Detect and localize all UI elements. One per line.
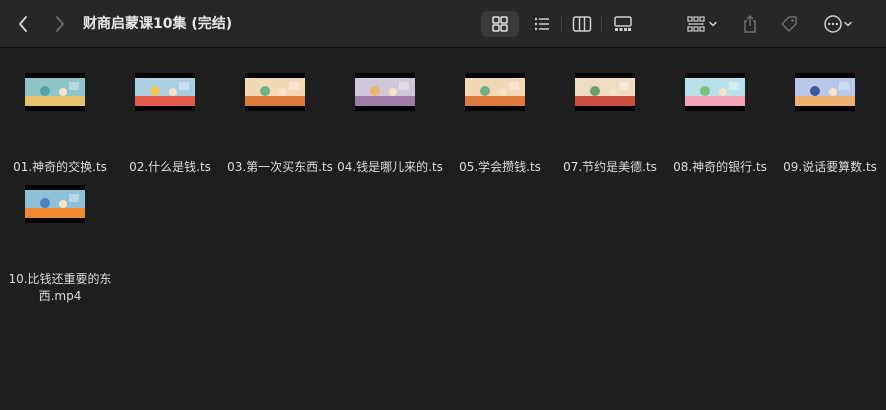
- chevron-right-icon: [56, 16, 64, 32]
- thumbnail-image: [25, 190, 85, 218]
- thumbnail-image: [355, 78, 415, 106]
- file-name: 09.说话要算数.ts: [783, 160, 877, 174]
- list-icon: [534, 17, 549, 31]
- toolbar: 财商启蒙课10集 (完结): [0, 0, 886, 48]
- share-button[interactable]: [738, 11, 762, 37]
- ellipsis-circle-icon: [824, 15, 842, 33]
- finder-window: 财商启蒙课10集 (完结) 01.神奇的交换.ts 02.什么是钱.ts 03.…: [0, 0, 886, 410]
- gallery-icon: [614, 16, 632, 31]
- window-title: 财商启蒙课10集 (完结): [83, 16, 233, 32]
- file-name: 04.钱是哪儿来的.ts: [337, 160, 443, 174]
- file-name: 05.学会攒钱.ts: [459, 160, 541, 174]
- video-thumbnail: [795, 73, 855, 111]
- gallery-view-button[interactable]: [609, 11, 637, 37]
- video-thumbnail: [685, 73, 745, 111]
- file-grid: 01.神奇的交换.ts 02.什么是钱.ts 03.第一次买东西.ts 04.钱是哪儿…: [0, 48, 886, 410]
- file-name: 03.第一次买东西.ts: [227, 160, 333, 174]
- forward-button[interactable]: [47, 12, 71, 36]
- thumbnail-image: [25, 78, 85, 106]
- video-thumbnail: [135, 73, 195, 111]
- video-thumbnail: [25, 185, 85, 223]
- icon-view-button[interactable]: [481, 11, 519, 37]
- columns-icon: [572, 16, 592, 32]
- toolbar-divider: [601, 15, 602, 33]
- file-name: 02.什么是钱.ts: [129, 160, 211, 174]
- back-button[interactable]: [12, 12, 36, 36]
- list-view-button[interactable]: [528, 11, 556, 37]
- thumbnail-image: [575, 78, 635, 106]
- chevron-down-icon: [844, 21, 852, 27]
- group-by-button[interactable]: [682, 11, 722, 37]
- video-thumbnail: [245, 73, 305, 111]
- thumbnail-image: [245, 78, 305, 106]
- column-view-button[interactable]: [568, 11, 596, 37]
- toolbar-divider: [561, 15, 562, 33]
- video-thumbnail: [465, 73, 525, 111]
- file-name: 10.比钱还重要的东西.mp4: [8, 272, 112, 303]
- group-icon: [687, 16, 705, 32]
- thumbnail-image: [135, 78, 195, 106]
- file-name: 07.节约是美德.ts: [563, 160, 657, 174]
- file-name: 08.神奇的银行.ts: [673, 160, 767, 174]
- video-thumbnail: [575, 73, 635, 111]
- thumbnail-image: [465, 78, 525, 106]
- tag-icon: [781, 16, 797, 32]
- video-thumbnail: [355, 73, 415, 111]
- more-actions-button[interactable]: [818, 11, 858, 37]
- chevron-down-icon: [709, 21, 717, 27]
- grid-icon: [492, 16, 508, 32]
- tags-button[interactable]: [777, 11, 801, 37]
- chevron-left-icon: [19, 16, 27, 32]
- share-icon: [744, 14, 756, 33]
- thumbnail-image: [685, 78, 745, 106]
- file-name: 01.神奇的交换.ts: [13, 160, 107, 174]
- video-thumbnail: [25, 73, 85, 111]
- thumbnail-image: [795, 78, 855, 106]
